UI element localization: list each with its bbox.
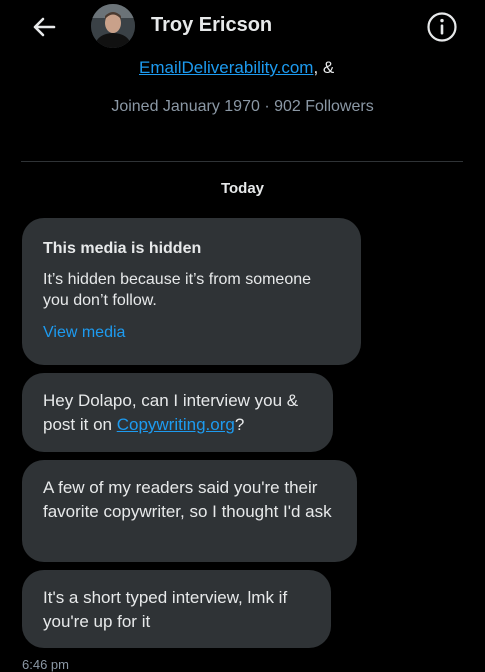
profile-bio: EmailDeliverability.com, & [139, 58, 334, 78]
message-text: A few of my readers said you're their fa… [43, 478, 332, 521]
message-bubble[interactable]: It's a short typed interview, lmk if you… [22, 570, 331, 648]
message-text-end: ? [234, 415, 245, 434]
message-link[interactable]: Copywriting.org [117, 415, 235, 434]
bio-suffix: , & [313, 58, 335, 77]
info-icon [427, 12, 457, 42]
avatar-image [91, 4, 135, 48]
hidden-media-description: It’s hidden because it’s from someone yo… [43, 271, 312, 309]
hidden-media-title: This media is hidden [43, 240, 202, 257]
divider [21, 161, 463, 162]
arrow-left-icon [33, 17, 56, 37]
page-title[interactable]: Troy Ericson [151, 14, 272, 37]
hidden-media-message: This media is hidden It’s hidden because… [22, 218, 361, 365]
back-button[interactable] [26, 10, 62, 44]
conversation-header: Troy Ericson [0, 0, 485, 54]
info-button[interactable] [425, 10, 459, 44]
message-bubble[interactable]: Hey Dolapo, can I interview you & post i… [22, 373, 333, 452]
view-media-link[interactable]: View media [43, 323, 340, 343]
message-text: It's a short typed interview, lmk if you… [43, 588, 288, 631]
day-label: Today [220, 180, 265, 197]
avatar[interactable] [91, 4, 135, 48]
message-bubble[interactable]: A few of my readers said you're their fa… [22, 460, 357, 562]
profile-joined-followers: Joined January 1970 · 902 Followers [111, 98, 374, 115]
bio-website-link[interactable]: EmailDeliverability.com [139, 58, 313, 77]
